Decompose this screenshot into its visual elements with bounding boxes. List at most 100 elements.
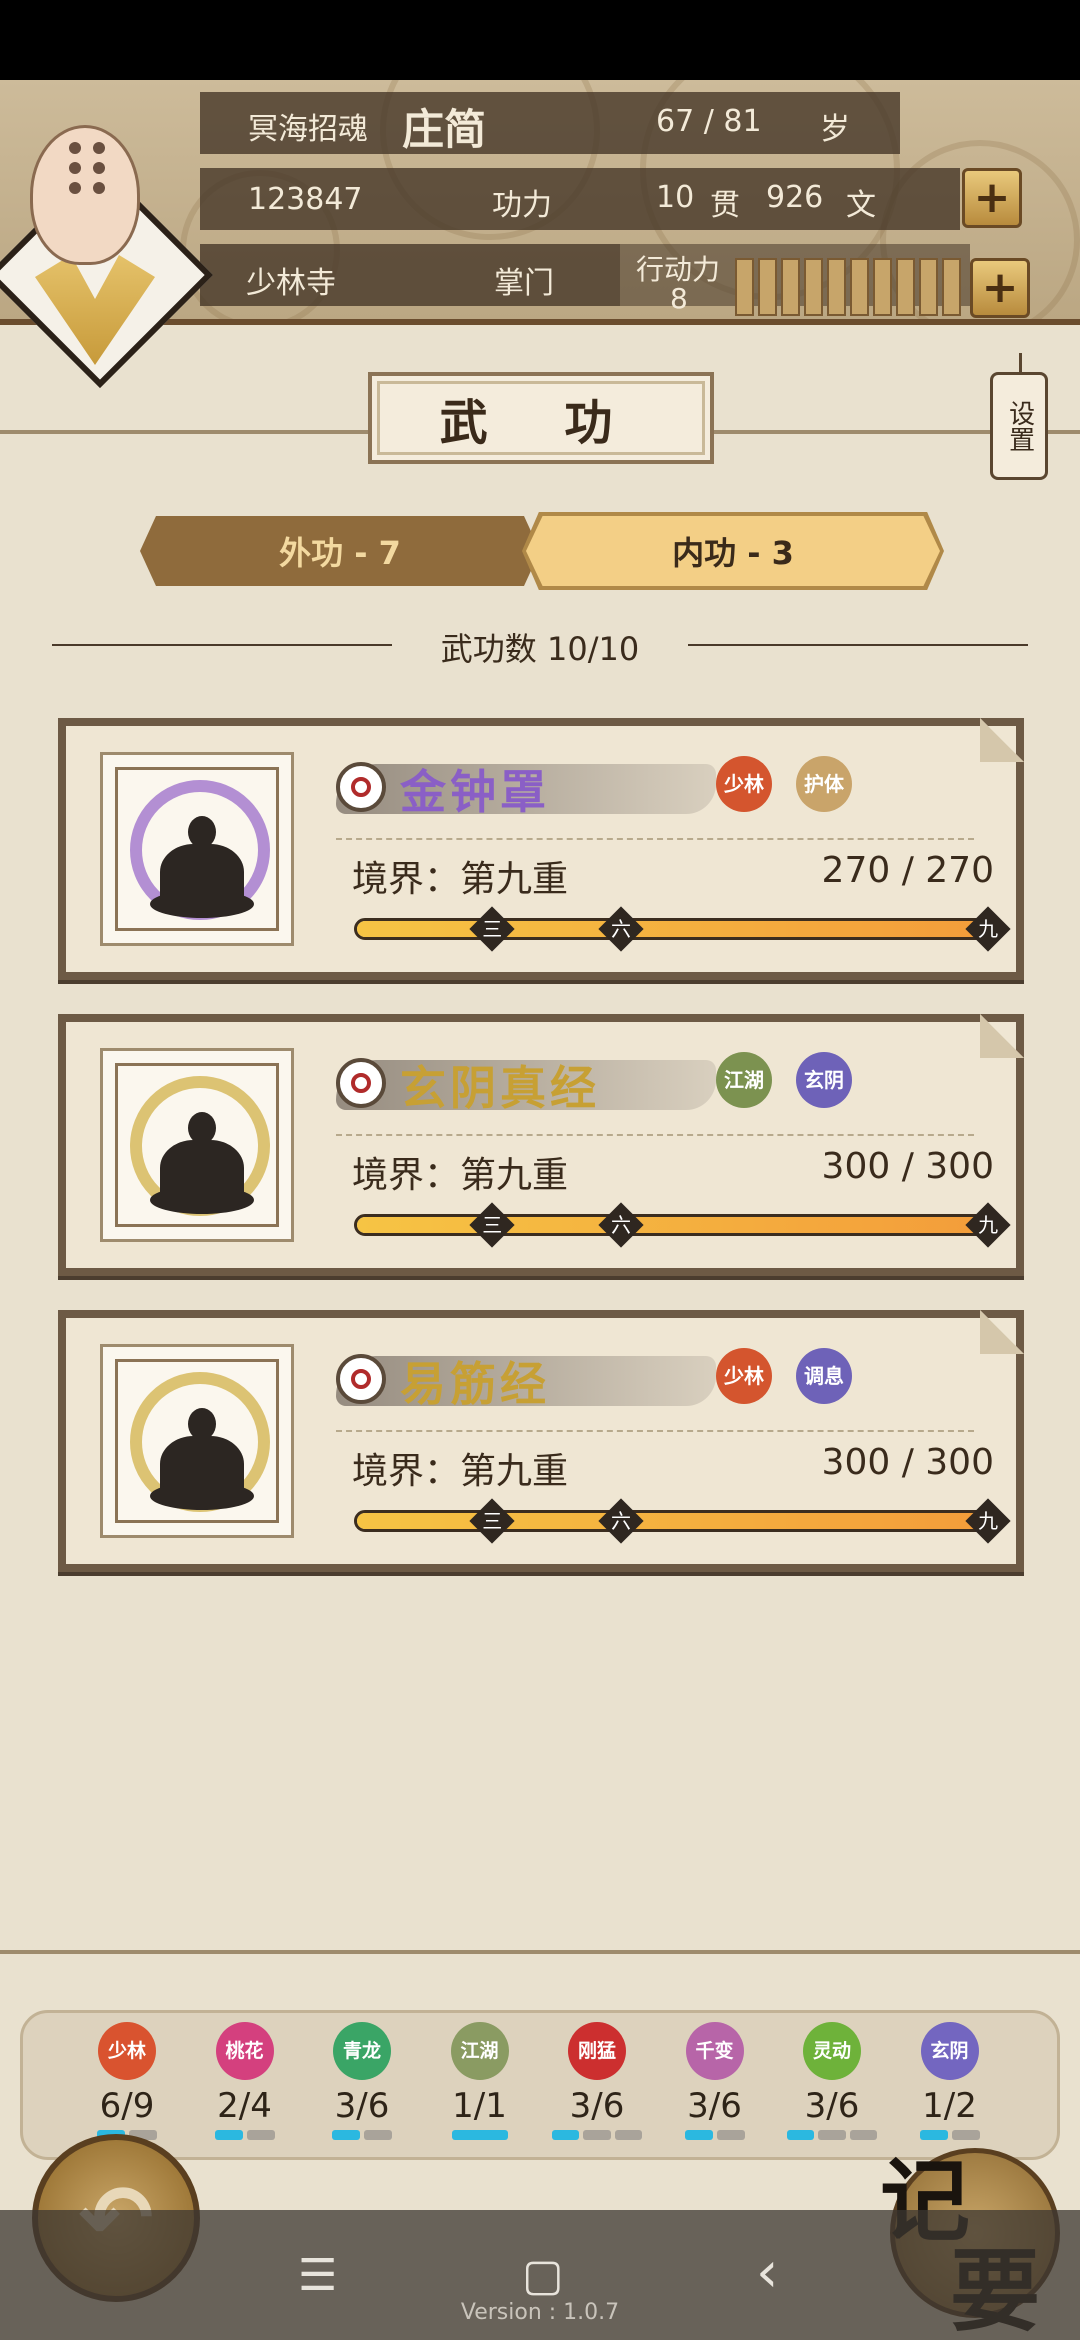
skill-tag-seal: 护体	[796, 756, 852, 812]
level-pip	[451, 2130, 508, 2140]
skill-card[interactable]: 玄阴真经 境界：第九重 300 / 300 三 六 九 江湖 玄阴	[58, 1014, 1024, 1276]
school-emblem-icon: 千变	[685, 2022, 744, 2080]
skill-card[interactable]: 易筋经 境界：第九重 300 / 300 三 六 九 少林 调息	[58, 1310, 1024, 1572]
level-pip	[583, 2130, 611, 2140]
level-pip	[849, 2130, 877, 2140]
skill-portrait	[100, 752, 294, 946]
menu-icon[interactable]: ☰	[298, 2250, 337, 2301]
school-emblem-icon: 少林	[98, 2022, 156, 2080]
school-level-pips	[670, 2130, 760, 2140]
realm-marker-label: 三	[482, 1509, 503, 1533]
sect-rank: 掌门	[494, 266, 554, 301]
meditating-monk-icon	[150, 1106, 254, 1216]
player-avatar[interactable]	[0, 105, 214, 389]
money-wen-unit: 文	[846, 188, 876, 223]
level-pip	[614, 2130, 642, 2140]
energy-segment	[804, 258, 823, 316]
school-emblem-icon: 玄阴	[920, 2022, 979, 2080]
school-emblem-icon: 刚猛	[568, 2022, 626, 2080]
energy-segment	[827, 258, 846, 316]
skill-name: 玄阴真经	[400, 1061, 600, 1115]
school-level-pips	[787, 2130, 877, 2140]
realm-marker-label: 九	[978, 917, 999, 941]
settings-button[interactable]: 设置	[990, 353, 1048, 480]
school-emblem-icon: 灵动	[803, 2022, 861, 2080]
title-divider-left	[0, 430, 372, 434]
home-icon[interactable]: ▢	[522, 2250, 564, 2301]
settings-label: 设置	[1004, 400, 1035, 452]
school-filter-item[interactable]: 少林 6/9	[82, 2022, 172, 2140]
school-level-pips	[200, 2130, 290, 2140]
school-emblem-icon: 青龙	[333, 2022, 391, 2080]
level-pip	[214, 2130, 243, 2140]
action-energy-bar	[735, 258, 961, 316]
plus-icon: +	[973, 172, 1011, 223]
plus-icon: +	[981, 262, 1019, 313]
realm-marker-label: 九	[978, 1213, 999, 1237]
realm-marker-label: 三	[482, 917, 503, 941]
money-guan-unit: 贯	[710, 188, 740, 223]
age-unit: 岁	[820, 112, 850, 147]
realm-marker-label: 六	[611, 917, 632, 941]
level-pip	[684, 2130, 713, 2140]
tab-outer-skills[interactable]: 外功 - 7	[140, 516, 540, 586]
skill-name: 金钟罩	[400, 765, 550, 819]
energy-segment	[873, 258, 892, 316]
school-filter-item[interactable]: 灵动 3/6	[787, 2022, 877, 2140]
level-pip	[787, 2130, 815, 2140]
add-money-button[interactable]: +	[962, 168, 1022, 228]
divider	[336, 1134, 974, 1136]
sect-name: 少林寺	[246, 266, 336, 301]
level-pip	[246, 2130, 275, 2140]
page-title: 武 功	[368, 372, 714, 464]
skill-realm: 境界：第九重	[352, 859, 569, 900]
version-label: Version : 1.0.7	[460, 2300, 620, 2325]
school-count: 1/1	[452, 2086, 507, 2126]
add-action-button[interactable]: +	[970, 258, 1030, 318]
skill-tag-seal: 江湖	[716, 1052, 772, 1108]
school-filter-item[interactable]: 江湖 1/1	[435, 2022, 525, 2140]
skill-portrait	[100, 1048, 294, 1242]
tab-inner-skills[interactable]: 内功 - 3	[526, 516, 940, 586]
nav-back-icon[interactable]: ‹	[756, 2240, 778, 2305]
player-age: 67 / 81	[656, 104, 762, 139]
skill-card[interactable]: 金钟罩 境界：第九重 270 / 270 三 六 九 少林 护体	[58, 718, 1024, 980]
skill-realm: 境界：第九重	[352, 1155, 569, 1196]
skill-name: 易筋经	[400, 1357, 550, 1411]
school-count: 3/6	[569, 2086, 625, 2126]
school-filter-item[interactable]: 刚猛 3/6	[552, 2022, 642, 2140]
energy-segment	[758, 258, 777, 316]
skill-count-row: 武功数 10/10	[0, 620, 1080, 670]
realm-marker-label: 六	[611, 1509, 632, 1533]
skill-type-icon	[336, 1354, 386, 1404]
page-fold	[980, 1310, 1024, 1354]
skill-tag-seal: 玄阴	[796, 1052, 852, 1108]
skill-tag-seal: 少林	[716, 1348, 772, 1404]
school-filter-item[interactable]: 玄阴 1/2	[905, 2022, 995, 2140]
skill-progress: 300 / 300	[821, 1146, 994, 1187]
skill-portrait	[100, 1344, 294, 1538]
energy-segment	[896, 258, 915, 316]
energy-segment	[781, 258, 800, 316]
skill-type-icon	[336, 1058, 386, 1108]
realm-marker-label: 九	[978, 1509, 999, 1533]
level-pip	[332, 2130, 360, 2140]
bottom-divider	[0, 1950, 1080, 1954]
realm-marker-label: 六	[611, 1213, 632, 1237]
school-filter-item[interactable]: 千变 3/6	[670, 2022, 760, 2140]
school-filter-item[interactable]: 青龙 3/6	[317, 2022, 407, 2140]
school-count: 6/9	[99, 2086, 155, 2126]
skill-tag-seal: 少林	[716, 756, 772, 812]
divider	[336, 1430, 974, 1432]
school-emblem-icon: 桃花	[215, 2022, 274, 2080]
page-fold	[980, 1014, 1024, 1058]
meditating-monk-icon	[150, 1402, 254, 1512]
skill-progress: 270 / 270	[821, 850, 994, 891]
page-fold	[980, 718, 1024, 762]
school-level-pips	[552, 2130, 642, 2140]
school-count: 3/6	[687, 2086, 742, 2126]
title-label: 冥海招魂	[248, 112, 368, 147]
energy-segment	[850, 258, 869, 316]
skill-type-icon	[336, 762, 386, 812]
school-filter-item[interactable]: 桃花 2/4	[200, 2022, 290, 2140]
